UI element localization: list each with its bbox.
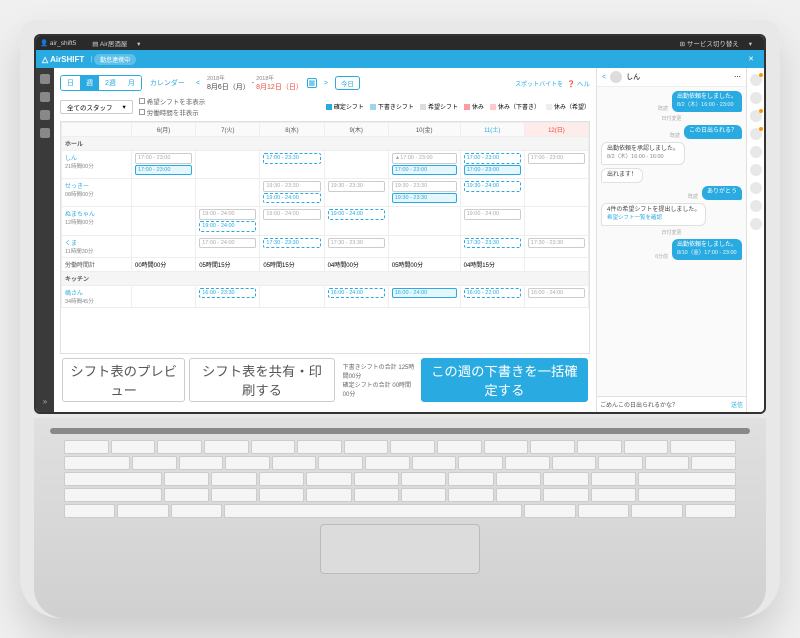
chat-messages[interactable]: 既読出勤依頼をしました。8/2（木）16:00 - 23:00 日付変更 既読こ… bbox=[597, 87, 746, 396]
today-button[interactable]: 今日 bbox=[335, 76, 360, 90]
nav-icon-4[interactable] bbox=[40, 128, 50, 138]
staff-row-shin: しん21時間00分 17:00 - 23:0017:00 - 23:00 17:… bbox=[62, 151, 589, 179]
staff-row-shima: 嶋さん34時間45分 16:00 - 23:30 16:00 - 24:00 1… bbox=[62, 285, 589, 307]
staff-row-numa: ぬまちゃん12時間00分 19:00 - 24:0019:00 - 24:00 … bbox=[62, 207, 589, 235]
screen: 👤 air_shift5 ▤ Air居酒屋 ▾ ⊞ サービス切り替え ▾ △ A… bbox=[34, 34, 766, 414]
contact-avatar[interactable] bbox=[750, 218, 762, 230]
msg-out: この日出られる？ bbox=[684, 125, 742, 139]
date-range[interactable]: 2018年8月6日（月） - 2018年8月12日（日） bbox=[207, 74, 303, 92]
chat-more-icon[interactable]: ⋯ bbox=[734, 73, 741, 81]
avatar bbox=[610, 71, 622, 83]
prev-week[interactable]: < bbox=[193, 80, 203, 87]
chat-header: < しん ⋯ bbox=[597, 68, 746, 87]
share-button[interactable]: シフト表を共有・印刷する bbox=[189, 358, 334, 402]
group-kitchen: キッチン bbox=[62, 271, 589, 285]
nav-icon-2[interactable] bbox=[40, 92, 50, 102]
browser-titlebar: 👤 air_shift5 ▤ Air居酒屋 ▾ ⊞ サービス切り替え ▾ bbox=[36, 36, 764, 50]
confirm-all-button[interactable]: この週の下書きを一括確定する bbox=[421, 358, 588, 402]
view-segmented: 日 週 2週 月 bbox=[60, 75, 142, 91]
laptop-frame: 👤 air_shift5 ▤ Air居酒屋 ▾ ⊞ サービス切り替え ▾ △ A… bbox=[20, 20, 780, 618]
chat-panel: < しん ⋯ 既読出勤依頼をしました。8/2（木）16:00 - 23:00 日… bbox=[596, 68, 746, 412]
msg-in: 出れます！ bbox=[601, 168, 643, 184]
msg-out: ありがとう bbox=[702, 186, 742, 200]
staff-select[interactable]: 全てのスタッフ▾ bbox=[60, 100, 133, 114]
contact-avatar[interactable] bbox=[750, 164, 762, 176]
contact-avatar[interactable] bbox=[750, 200, 762, 212]
left-nav: » bbox=[36, 68, 54, 412]
staff-row-sekki: せっきー08時間00分 19:30 - 23:3019:00 - 24:00 1… bbox=[62, 179, 589, 207]
msg-in: 4件の希望シフトを提出しました。希望シフト一覧を確認 bbox=[601, 203, 706, 226]
contact-avatar[interactable] bbox=[750, 92, 762, 104]
contact-avatar[interactable] bbox=[750, 128, 762, 140]
chat-input-bar: ごめんこの日出られるかな？ 送信 bbox=[597, 396, 746, 412]
nav-icon-1[interactable] bbox=[40, 74, 50, 84]
service-switch[interactable]: ⊞ サービス切り替え ▾ bbox=[680, 38, 752, 48]
nav-icon-3[interactable] bbox=[40, 110, 50, 120]
help-link[interactable]: ❓ ヘル bbox=[567, 78, 590, 88]
app-logo: △ AirSHIFT bbox=[42, 55, 84, 64]
hide-request-check[interactable]: 希望シフトを非表示 bbox=[139, 96, 206, 106]
calendar-link[interactable]: カレンダー bbox=[146, 76, 189, 90]
worktime-row: 労働時間計 00時間00分05時間15分05時間15分04時間00分05時間00… bbox=[62, 257, 589, 271]
preview-button[interactable]: シフト表のプレビュー bbox=[62, 358, 185, 402]
msg-in: 出勤依頼を承認しました。8/2（木）16:00 - 16:00 bbox=[601, 142, 685, 165]
store-menu[interactable]: ▤ Air居酒屋 ▾ bbox=[92, 38, 140, 48]
contact-avatar[interactable] bbox=[750, 182, 762, 194]
hide-hours-check[interactable]: 労働時間を非表示 bbox=[139, 107, 206, 117]
contact-avatar[interactable] bbox=[750, 74, 762, 86]
close-icon[interactable]: ✕ bbox=[744, 55, 758, 63]
view-week[interactable]: 週 bbox=[80, 76, 99, 90]
msg-out: 出勤依頼をしました。8/10（金）17:00 - 23:00 bbox=[672, 239, 742, 260]
view-2week[interactable]: 2週 bbox=[99, 76, 122, 90]
group-hall: ホール bbox=[62, 137, 589, 151]
contact-avatar[interactable] bbox=[750, 110, 762, 122]
user-menu[interactable]: 👤 air_shift5 bbox=[40, 39, 84, 47]
chat-back[interactable]: < bbox=[602, 74, 606, 81]
msg-out: 出勤依頼をしました。8/2（木）16:00 - 23:00 bbox=[672, 91, 742, 112]
contact-avatar[interactable] bbox=[750, 146, 762, 158]
send-button[interactable]: 送信 bbox=[731, 400, 743, 409]
view-day[interactable]: 日 bbox=[61, 76, 80, 90]
app-topbar: △ AirSHIFT | 勤怠連携中 ✕ bbox=[36, 50, 764, 68]
right-nav bbox=[746, 68, 764, 412]
status-pill: 勤怠連携中 bbox=[94, 54, 136, 65]
staff-row-kuma: くま11時間30分 17:00 - 24:00 17:30 - 23:30 17… bbox=[62, 235, 589, 257]
main-panel: 日 週 2週 月 カレンダー < 2018年8月6日（月） - 2018年8月1… bbox=[54, 68, 596, 412]
laptop-keyboard bbox=[34, 418, 766, 618]
spot-link[interactable]: スポットバイトを bbox=[515, 79, 563, 88]
footer-bar: シフト表のプレビュー シフト表を共有・印刷する 下書きシフトの合計 125時間0… bbox=[60, 354, 590, 406]
legend: 確定シフト 下書きシフト 希望シフト 休み 休み（下書き） 休み（希望） bbox=[326, 102, 590, 111]
header-row: 6(月)7(火)8(水) 9(木)10(金) 11(土)12(日) bbox=[62, 123, 589, 137]
next-week[interactable]: > bbox=[321, 80, 331, 87]
expand-nav-icon[interactable]: » bbox=[43, 397, 47, 406]
view-month[interactable]: 月 bbox=[122, 76, 141, 90]
chat-input[interactable]: ごめんこの日出られるかな？ bbox=[600, 400, 731, 409]
shift-grid: 6(月)7(火)8(水) 9(木)10(金) 11(土)12(日) ホール しん… bbox=[60, 121, 590, 354]
calendar-icon[interactable]: ▦ bbox=[307, 78, 317, 88]
